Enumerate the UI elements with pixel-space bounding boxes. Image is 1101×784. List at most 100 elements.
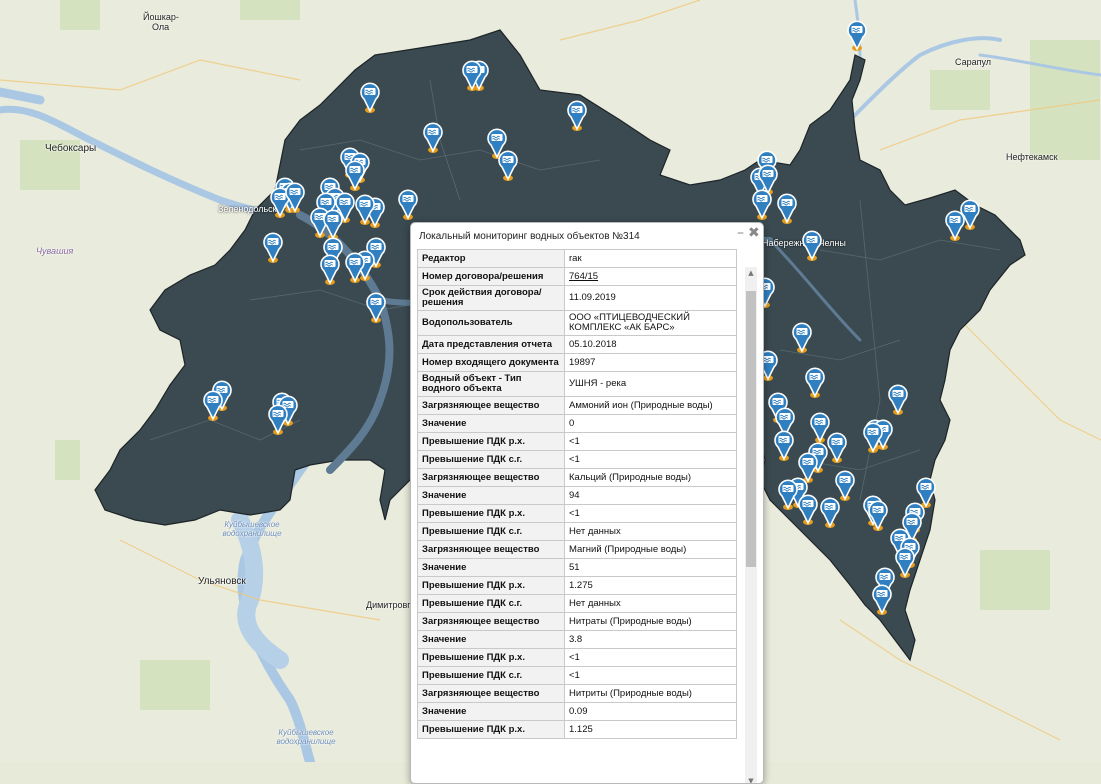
water-monitoring-marker[interactable]: [791, 320, 813, 354]
attribute-row: Значение 3.8: [417, 630, 737, 649]
scrollbar-thumb[interactable]: [746, 291, 756, 567]
attribute-row: Загрязняющее вещество Кальций (Природные …: [417, 468, 737, 487]
water-monitoring-marker[interactable]: [354, 192, 376, 226]
water-monitoring-marker[interactable]: [202, 388, 224, 422]
contract-link[interactable]: 764/15: [569, 271, 598, 282]
attribute-key: Превышение ПДК с.г.: [417, 450, 565, 469]
scroll-down-icon[interactable]: ▼: [745, 775, 757, 783]
attribute-row: Водный объект - Тип водного объекта УШНЯ …: [417, 371, 737, 397]
water-monitoring-marker[interactable]: [344, 158, 366, 192]
water-body-icon: [345, 160, 365, 191]
water-monitoring-marker[interactable]: [773, 428, 795, 462]
attribute-key: Превышение ПДК р.х.: [417, 720, 565, 739]
water-body-icon: [872, 584, 892, 615]
close-icon[interactable]: ✖: [748, 225, 760, 241]
attribute-row: Превышение ПДК р.х. <1: [417, 504, 737, 523]
attribute-row: Превышение ПДК с.г. <1: [417, 450, 737, 469]
water-body-icon: [398, 189, 418, 220]
water-body-icon: [827, 432, 847, 463]
water-monitoring-marker[interactable]: [267, 402, 289, 436]
water-body-icon: [462, 60, 482, 91]
map-label-kuibyshev-reservoir: Куйбышевское водохранилище: [222, 520, 282, 538]
attribute-row: Превышение ПДК р.х. 1.125: [417, 720, 737, 739]
water-monitoring-marker[interactable]: [461, 58, 483, 92]
attribute-key: Дата представления отчета: [417, 335, 565, 354]
water-body-icon: [752, 189, 772, 220]
water-monitoring-marker[interactable]: [344, 250, 366, 284]
water-monitoring-marker[interactable]: [862, 420, 884, 454]
water-body-icon: [895, 547, 915, 578]
attribute-value: <1: [564, 450, 737, 469]
water-monitoring-marker[interactable]: [397, 187, 419, 221]
attribute-row: Загрязняющее вещество Аммоний ион (Природ…: [417, 396, 737, 415]
water-monitoring-marker[interactable]: [359, 80, 381, 114]
water-body-icon: [847, 20, 867, 51]
water-monitoring-marker[interactable]: [867, 498, 889, 532]
feature-popup[interactable]: Локальный мониторинг водных объектов №31…: [410, 222, 764, 784]
water-monitoring-marker[interactable]: [284, 180, 306, 214]
water-body-icon: [802, 230, 822, 261]
attribute-value: 764/15: [564, 267, 737, 286]
attribute-row: Номер договора/решения 764/15: [417, 267, 737, 286]
popup-content[interactable]: Редактор rак Номер договора/решения 764/15 С…: [417, 249, 761, 783]
water-monitoring-marker[interactable]: [566, 98, 588, 132]
attribute-row: Превышение ПДК р.х. 1.275: [417, 576, 737, 595]
attribute-value: 19897: [564, 353, 737, 372]
map-label-kuibyshev-reservoir-2: Куйбышевское водохранилище: [276, 728, 336, 746]
map-label-yoshkar-ola-2: Ола: [152, 22, 170, 32]
water-monitoring-marker[interactable]: [365, 290, 387, 324]
water-monitoring-marker[interactable]: [497, 148, 519, 182]
water-monitoring-marker[interactable]: [776, 191, 798, 225]
attribute-value: 1.275: [564, 576, 737, 595]
water-body-icon: [778, 479, 798, 510]
water-monitoring-marker[interactable]: [262, 230, 284, 264]
attribute-row: Срок действия договора/решения 11.09.2019: [417, 285, 737, 311]
attribute-key: Превышение ПДК р.х.: [417, 504, 565, 523]
map-label-cheboksary: Чебоксары: [45, 143, 97, 154]
popup-scrollbar[interactable]: ▲ ▼: [745, 267, 757, 783]
water-monitoring-marker[interactable]: [887, 382, 909, 416]
water-monitoring-marker[interactable]: [751, 187, 773, 221]
water-body-icon: [203, 390, 223, 421]
attribute-key: Значение: [417, 486, 565, 505]
attribute-key: Значение: [417, 630, 565, 649]
map-label-neftekamsk: Нефтекамск: [1006, 152, 1058, 162]
map-label-chuvashia: Чувашия: [36, 246, 74, 256]
water-monitoring-marker[interactable]: [894, 545, 916, 579]
attribute-row: Значение 51: [417, 558, 737, 577]
water-monitoring-marker[interactable]: [871, 582, 893, 616]
attribute-key: Значение: [417, 702, 565, 721]
water-monitoring-marker[interactable]: [804, 365, 826, 399]
attribute-value: <1: [564, 666, 737, 685]
attribute-key: Превышение ПДК с.г.: [417, 666, 565, 685]
water-body-icon: [263, 232, 283, 263]
popup-title: Локальный мониторинг водных объектов №31…: [419, 231, 640, 242]
attribute-key: Превышение ПДК р.х.: [417, 576, 565, 595]
attribute-key: Номер договора/решения: [417, 267, 565, 286]
attribute-key: Водопользователь: [417, 310, 565, 336]
water-monitoring-marker[interactable]: [319, 252, 341, 286]
water-monitoring-marker[interactable]: [797, 492, 819, 526]
attribute-value: 94: [564, 486, 737, 505]
attribute-row: Дата представления отчета 05.10.2018: [417, 335, 737, 354]
water-monitoring-marker[interactable]: [422, 120, 444, 154]
attribute-key: Превышение ПДК с.г.: [417, 594, 565, 613]
water-monitoring-marker[interactable]: [944, 208, 966, 242]
water-body-icon: [792, 322, 812, 353]
minimize-icon[interactable]: –: [737, 225, 744, 241]
attribute-row: Загрязняющее вещество Нитриты (Природные …: [417, 684, 737, 703]
attributes-table: Редактор rак Номер договора/решения 764/15 С…: [417, 249, 737, 739]
attribute-row: Превышение ПДК с.г. Нет данных: [417, 522, 737, 541]
scroll-up-icon[interactable]: ▲: [745, 267, 757, 279]
water-monitoring-marker[interactable]: [826, 430, 848, 464]
water-body-icon: [863, 422, 883, 453]
attribute-row: Редактор rак: [417, 249, 737, 268]
water-monitoring-marker[interactable]: [801, 228, 823, 262]
water-body-icon: [805, 367, 825, 398]
water-monitoring-marker[interactable]: [846, 18, 868, 52]
water-monitoring-marker[interactable]: [819, 495, 841, 529]
water-monitoring-marker[interactable]: [777, 477, 799, 511]
attribute-key: Загрязняющее вещество: [417, 396, 565, 415]
attribute-row: Водопользователь ООО «ПТИЦЕВОДЧЕСКИЙ КОМП…: [417, 310, 737, 336]
attribute-value: 11.09.2019: [564, 285, 737, 311]
